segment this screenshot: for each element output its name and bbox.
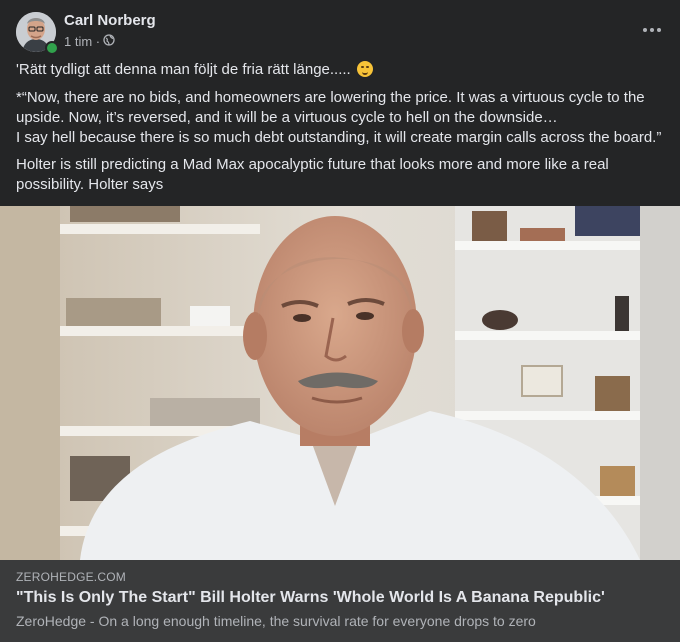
post-header: Carl Norberg 1 tim · [16,12,664,55]
post-text: 'Rätt tydligt att denna man följt de fri… [16,60,666,195]
link-domain: ZEROHEDGE.COM [16,570,126,584]
post-paragraph: 'Rätt tydligt att denna man följt de fri… [16,60,666,80]
smirk-emoji-icon [356,61,373,77]
post-time[interactable]: 1 tim · [64,34,100,49]
feed-post: Carl Norberg 1 tim · 'Rätt tydligt att d… [0,0,680,642]
man-portrait-image [0,206,680,560]
post-meta: 1 tim · [64,34,115,49]
globe-icon [103,34,115,49]
post-author-name[interactable]: Carl Norberg [64,12,156,29]
dot-icon [657,28,661,32]
more-options-button[interactable] [634,16,670,44]
post-paragraph: Holter is still predicting a Mad Max apo… [16,156,609,193]
dot-icon [643,28,647,32]
link-preview-image[interactable] [0,206,680,560]
link-description: ZeroHedge - On a long enough timeline, t… [16,613,536,629]
link-preview-card[interactable]: ZEROHEDGE.COM "This Is Only The Start" B… [0,560,680,642]
link-title[interactable]: "This Is Only The Start" Bill Holter War… [16,589,605,607]
online-status-dot [45,41,59,55]
post-paragraph: *“Now, there are no bids, and homeowners… [16,89,662,146]
dot-icon [650,28,654,32]
